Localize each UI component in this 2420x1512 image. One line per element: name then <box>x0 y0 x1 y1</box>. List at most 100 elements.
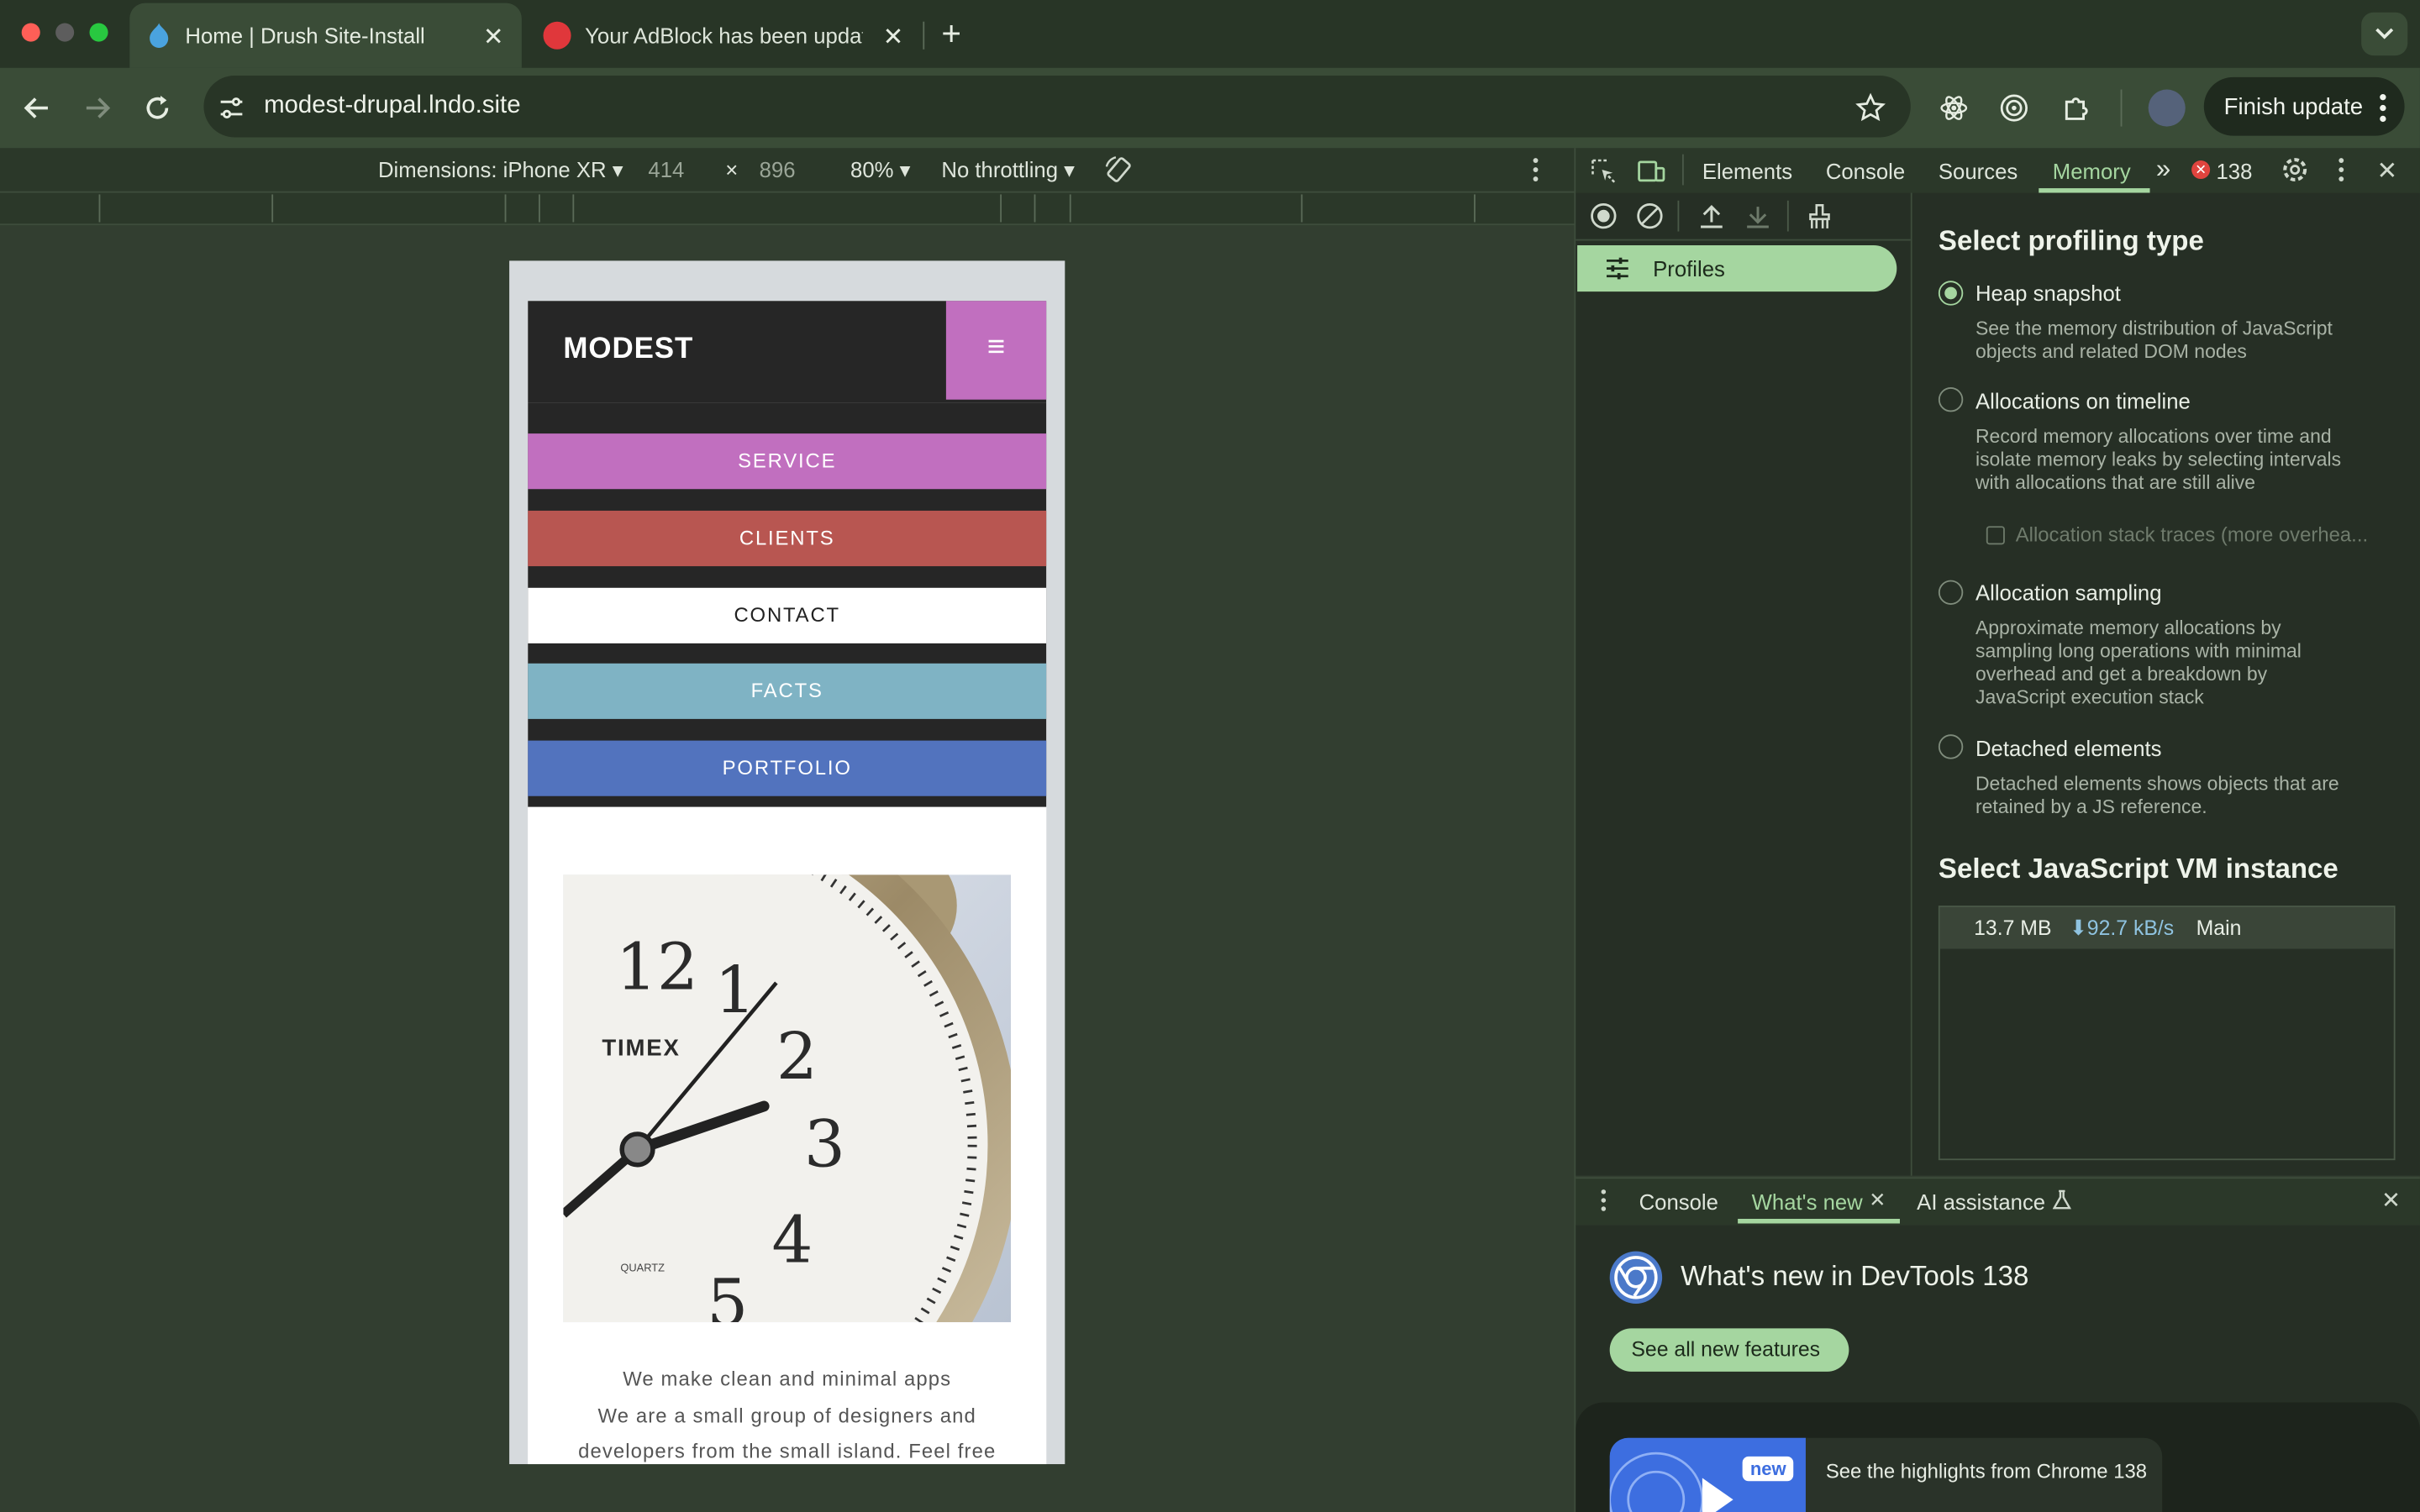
close-tab-icon[interactable]: ✕ <box>1869 1188 1886 1212</box>
option-title[interactable]: Allocation sampling <box>1975 580 2162 605</box>
site-page: MODEST ≡ SERVICE CLIENTS CONTACT FACTS P… <box>528 301 1047 1465</box>
devtools-tab-elements[interactable]: Elements <box>1702 159 1792 183</box>
highlight-text: See the highlights from Chrome 138 <box>1825 1459 2148 1483</box>
site-logo[interactable]: MODEST <box>563 333 693 367</box>
settings-gear-icon[interactable] <box>2281 156 2309 184</box>
ruler-mark <box>1034 194 1036 223</box>
hamburger-menu-button[interactable]: ≡ <box>945 301 1047 400</box>
bookmark-star-icon[interactable] <box>1855 92 1886 123</box>
profile-avatar[interactable] <box>2148 89 2186 127</box>
tab-search-button[interactable] <box>2361 12 2408 56</box>
new-badge: new <box>1742 1456 1794 1482</box>
highlight-card[interactable]: new See the highlights from Chrome 138 <box>1576 1402 2420 1512</box>
nav-item-service[interactable]: SERVICE <box>528 433 1047 490</box>
desc-line: See the memory distribution of JavaScrip… <box>1975 318 2333 340</box>
ruler-mark <box>504 194 507 223</box>
desc-line: isolate memory leaks by selecting interv… <box>1975 449 2342 471</box>
reload-button[interactable] <box>142 92 173 123</box>
device-height-input[interactable]: 896 <box>760 157 796 181</box>
nav-item-facts[interactable]: FACTS <box>528 663 1047 719</box>
active-tab-indicator <box>1738 1218 1900 1224</box>
nav-item-portfolio[interactable]: PORTFOLIO <box>528 740 1047 796</box>
desc-line: objects and related DOM nodes <box>1975 340 2247 363</box>
allocation-stack-traces-checkbox[interactable] <box>1986 526 2005 545</box>
devtools-menu-icon[interactable] <box>2333 156 2349 184</box>
device-dimensions-select[interactable]: Dimensions: iPhone XR ▾ <box>378 157 623 183</box>
extension-target-icon[interactable] <box>1999 92 2030 123</box>
sliders-icon <box>1605 256 1629 281</box>
desc-line: Approximate memory allocations by <box>1975 617 2281 639</box>
forward-arrow-icon <box>86 97 111 118</box>
devtools-tab-memory[interactable]: Memory <box>2053 159 2131 183</box>
desc-line: Detached elements shows objects that are <box>1975 773 2339 795</box>
desc-line: with allocations that are still alive <box>1975 472 2256 494</box>
site-settings-icon[interactable] <box>216 92 247 123</box>
chevron-down-icon <box>2375 28 2394 39</box>
see-all-features-button[interactable]: See all new features <box>1609 1328 1849 1372</box>
more-tabs-icon[interactable]: » <box>2156 155 2170 186</box>
nav-item-clients[interactable]: CLIENTS <box>528 510 1047 567</box>
drawer-tab-ai-assistance[interactable]: AI assistance <box>1917 1189 2045 1214</box>
devtools-tab-sources[interactable]: Sources <box>1939 159 2018 183</box>
intro-text: We make clean and minimal apps We are a … <box>528 1361 1046 1464</box>
allocations-on-timeline-radio[interactable] <box>1938 387 1964 412</box>
sidebar-item-label: Profiles <box>1653 255 1725 281</box>
drupal-icon <box>146 22 171 50</box>
desc-line: retained by a JS reference. <box>1975 795 2207 818</box>
tab-drush-site-install[interactable]: Home | Drush Site-Install ✕ <box>129 3 522 68</box>
tab-adblock[interactable]: Your AdBlock has been updated ✕ <box>528 3 920 68</box>
toolbar-divider <box>1576 239 1911 241</box>
intro-line: We are a small group of designers and <box>597 1403 976 1427</box>
finish-update-label: Finish update <box>2223 94 2364 121</box>
back-button[interactable] <box>22 92 53 123</box>
detached-elements-radio[interactable] <box>1938 734 1964 759</box>
vm-instance-row[interactable]: 13.7 MB ⬇92.7 kB/s Main <box>1939 906 2394 949</box>
toolbar-divider <box>1677 200 1680 232</box>
hamburger-icon: ≡ <box>986 330 1006 365</box>
tab-title: Your AdBlock has been updated <box>585 23 863 48</box>
load-profile-icon[interactable] <box>1697 202 1725 230</box>
sidebar-item-profiles[interactable]: Profiles <box>1577 245 1897 292</box>
nav-item-contact[interactable]: CONTACT <box>528 587 1047 643</box>
record-icon[interactable] <box>1590 202 1618 230</box>
option-title[interactable]: Heap snapshot <box>1975 281 2121 305</box>
device-toolbar-more-icon[interactable] <box>1528 156 1543 184</box>
react-devtools-icon[interactable] <box>1939 92 1970 123</box>
close-window-button[interactable] <box>21 23 40 42</box>
browser-menu-icon[interactable] <box>2374 91 2392 124</box>
clear-icon[interactable] <box>1636 202 1664 230</box>
memory-sidebar: Profiles <box>1576 192 1912 1176</box>
save-profile-icon[interactable] <box>1744 202 1771 230</box>
drawer-tab-console[interactable]: Console <box>1639 1189 1718 1214</box>
extensions-puzzle-icon[interactable] <box>2060 92 2091 123</box>
intro-line: developers from the small island. Feel f… <box>578 1439 997 1463</box>
device-width-input[interactable]: 414 <box>648 157 684 181</box>
close-devtools-icon[interactable]: ✕ <box>2377 156 2398 187</box>
heap-snapshot-radio[interactable] <box>1938 281 1964 306</box>
devtools-tab-console[interactable]: Console <box>1826 159 1905 183</box>
option-title[interactable]: Allocations on timeline <box>1975 389 2191 413</box>
option-title[interactable]: Detached elements <box>1975 736 2162 760</box>
minimize-window-button[interactable] <box>55 23 75 42</box>
ruler-mark <box>1069 194 1071 223</box>
devtools-logo-icon <box>1609 1251 1663 1305</box>
drawer-menu-icon[interactable] <box>1596 1188 1611 1212</box>
zoom-window-button[interactable] <box>89 23 108 42</box>
inspect-element-icon[interactable] <box>1590 157 1618 185</box>
error-count[interactable]: 138 <box>2217 159 2253 183</box>
url-text[interactable]: modest-drupal.lndo.site <box>264 92 520 120</box>
zoom-select[interactable]: 80% ▾ <box>850 157 911 183</box>
rotate-icon[interactable] <box>1103 155 1134 186</box>
device-toggle-icon[interactable] <box>1638 157 1665 185</box>
allocation-sampling-radio[interactable] <box>1938 580 1964 605</box>
close-tab-icon[interactable]: ✕ <box>483 22 504 53</box>
error-icon: ✕ <box>2191 160 2211 180</box>
drawer-tab-whats-new[interactable]: What's new <box>1752 1189 1863 1214</box>
forward-button[interactable] <box>82 92 113 123</box>
new-tab-button[interactable]: + <box>941 14 961 55</box>
close-tab-icon[interactable]: ✕ <box>883 22 904 53</box>
devtools-divider <box>1682 154 1684 186</box>
close-drawer-icon[interactable]: ✕ <box>2381 1186 2401 1214</box>
throttling-select[interactable]: No throttling ▾ <box>941 157 1075 183</box>
garbage-collect-icon[interactable] <box>1806 202 1833 230</box>
